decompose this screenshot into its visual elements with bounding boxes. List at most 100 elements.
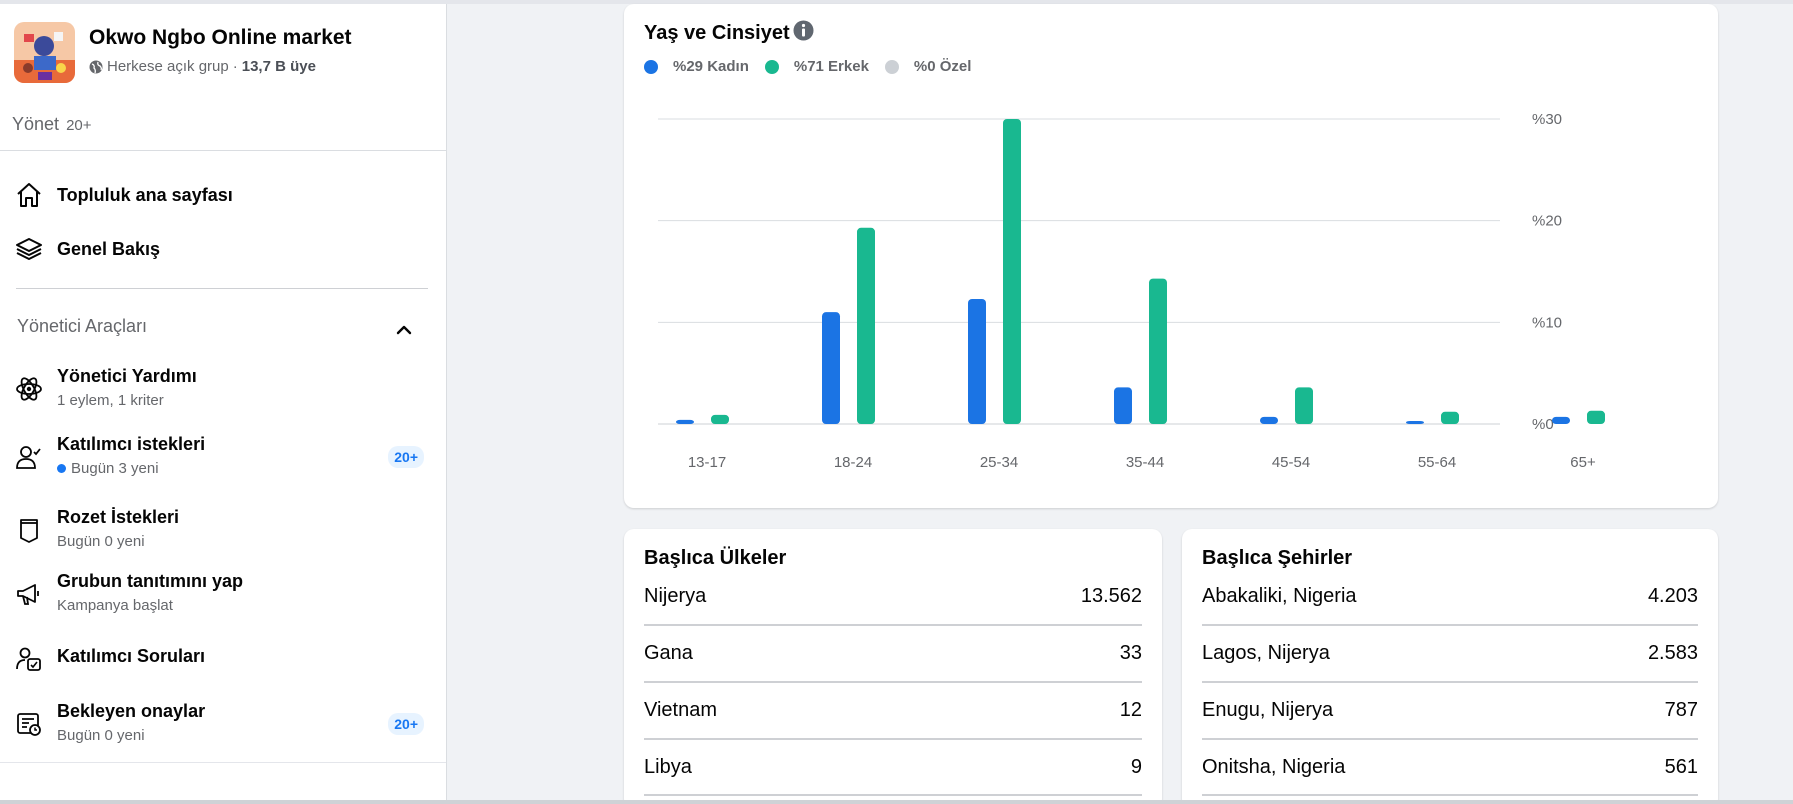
divider — [16, 288, 428, 289]
bar-female — [1260, 416, 1278, 424]
count-badge: 20+ — [388, 713, 424, 735]
tool-promote-group[interactable]: Grubun tanıtımını yap Kampanya başlat — [14, 571, 434, 621]
divider — [0, 762, 446, 763]
manage-count: 20+ — [66, 117, 92, 134]
row-divider — [644, 794, 1142, 796]
bar-female — [968, 298, 986, 424]
city-name: Onitsha, Nigeria — [1202, 756, 1346, 778]
bar-male — [1149, 278, 1167, 424]
city-row: Onitsha, Nigeria 561 — [1202, 756, 1698, 779]
tool-title: Katılımcı Soruları — [57, 646, 206, 666]
row-divider — [1202, 624, 1698, 626]
x-tick-label: 45-54 — [1272, 454, 1310, 471]
city-value: 2.583 — [1647, 642, 1698, 664]
tool-subtitle: Bugün 0 yeni — [57, 533, 145, 550]
app-window: Okwo Ngbo Online market Herkese açık gru… — [0, 0, 1793, 804]
city-row: Lagos, Nijerya 2.583 — [1202, 642, 1698, 665]
city-name: Lagos, Nijerya — [1202, 642, 1330, 664]
bottom-divider — [0, 800, 1793, 804]
y-tick-label: %10 — [1532, 314, 1562, 331]
country-row: Nijerya 13.562 — [644, 585, 1142, 608]
bar-male — [711, 414, 729, 424]
bar-female — [676, 419, 694, 424]
tool-subtitle: Bugün 3 yeni — [71, 460, 159, 477]
admin-assist-icon — [14, 374, 44, 404]
country-row: Gana 33 — [644, 642, 1142, 665]
tool-subtitle: Bugün 0 yeni — [57, 727, 145, 744]
row-divider — [1202, 794, 1698, 796]
x-tick-label: 25-34 — [980, 454, 1018, 471]
x-tick-label: 35-44 — [1126, 454, 1164, 471]
nav-overview[interactable]: Genel Bakış — [14, 234, 160, 264]
row-divider — [1202, 738, 1698, 740]
divider — [0, 150, 447, 151]
tool-subtitle-row: Bugün 3 yeni — [57, 460, 159, 477]
tool-title: Katılımcı istekleri — [57, 434, 206, 454]
sidebar: Okwo Ngbo Online market Herkese açık gru… — [0, 4, 447, 800]
count-badge: 20+ — [388, 446, 424, 468]
admin-tools-title: Yönetici Araçları — [17, 316, 148, 336]
bar-female — [1114, 387, 1132, 424]
chevron-up-icon[interactable] — [392, 318, 416, 342]
bar-female — [1406, 420, 1424, 424]
country-value: 9 — [1130, 756, 1142, 778]
city-name: Enugu, Nijerya — [1202, 699, 1334, 721]
countries-title: Başlıca Ülkeler — [644, 547, 787, 569]
x-tick-label: 55-64 — [1418, 454, 1456, 471]
bar-male — [857, 227, 875, 424]
cities-title: Başlıca Şehirler — [1202, 547, 1353, 569]
meta-separator: · — [232, 58, 238, 75]
badge-icon — [14, 515, 44, 545]
bar-male — [1441, 411, 1459, 424]
x-tick-label: 18-24 — [834, 454, 872, 471]
new-indicator-dot — [57, 464, 66, 473]
country-name: Nijerya — [644, 585, 707, 607]
globe-icon — [89, 60, 103, 73]
tool-title: Grubun tanıtımını yap — [57, 571, 244, 591]
tool-title: Yönetici Yardımı — [57, 366, 197, 386]
city-value: 787 — [1664, 699, 1698, 721]
nav-community-home[interactable]: Topluluk ana sayfası — [14, 180, 233, 210]
tool-title: Bekleyen onaylar — [57, 701, 206, 721]
country-name: Gana — [644, 642, 693, 664]
tool-member-questions[interactable]: Katılımcı Soruları — [14, 646, 434, 696]
row-divider — [1202, 681, 1698, 683]
row-divider — [644, 624, 1142, 626]
nav-label: Topluluk ana sayfası — [57, 184, 233, 205]
nav-label: Genel Bakış — [57, 238, 161, 259]
tool-badge-requests[interactable]: Rozet İstekleri Bugün 0 yeni — [14, 507, 434, 557]
pending-approvals-icon — [14, 709, 44, 739]
megaphone-icon — [14, 579, 44, 609]
bar-male — [1295, 387, 1313, 424]
group-name[interactable]: Okwo Ngbo Online market — [89, 26, 352, 50]
city-value: 561 — [1664, 756, 1698, 778]
top-countries-card: Başlıca Ülkeler Nijerya 13.562 Gana 33 V… — [624, 529, 1162, 804]
member-questions-icon — [14, 644, 44, 674]
tool-title: Rozet İstekleri — [57, 507, 180, 527]
tool-admin-assist[interactable]: Yönetici Yardımı 1 eylem, 1 kriter — [14, 366, 434, 416]
group-meta: Herkese açık grup · 13,7 B üye — [89, 58, 316, 75]
tool-pending-approvals[interactable]: Bekleyen onaylar Bugün 0 yeni 20+ — [14, 701, 434, 751]
group-header[interactable] — [14, 22, 75, 83]
row-divider — [644, 738, 1142, 740]
tool-member-requests[interactable]: Katılımcı istekleri Bugün 3 yeni 20+ — [14, 434, 434, 484]
top-cities-card: Başlıca Şehirler Abakaliki, Nigeria 4.20… — [1182, 529, 1718, 804]
y-tick-label: %30 — [1532, 111, 1562, 128]
bar-male — [1003, 119, 1021, 424]
city-value: 4.203 — [1647, 585, 1698, 607]
tool-subtitle: 1 eylem, 1 kriter — [57, 392, 164, 409]
city-row: Abakaliki, Nigeria 4.203 — [1202, 585, 1698, 608]
manage-label: Yönet — [12, 114, 60, 134]
country-value: 12 — [1119, 699, 1142, 721]
y-tick-label: %0 — [1532, 416, 1554, 433]
y-tick-label: %20 — [1532, 213, 1562, 230]
x-tick-label: 65+ — [1570, 454, 1596, 471]
age-gender-card: Yaş ve Cinsiyet %29 Kadın %71 Erkek %0 Ö… — [624, 4, 1718, 508]
group-avatar[interactable] — [14, 22, 75, 83]
country-name: Libya — [644, 756, 692, 778]
age-gender-chart: %0 %10 %20 %30 13-17 18-24 25-34 35-44 45-54 55-6… — [658, 111, 1605, 471]
row-divider — [644, 681, 1142, 683]
bar-female — [822, 312, 840, 424]
bar-female — [1552, 416, 1570, 424]
country-row: Vietnam 12 — [644, 699, 1142, 722]
